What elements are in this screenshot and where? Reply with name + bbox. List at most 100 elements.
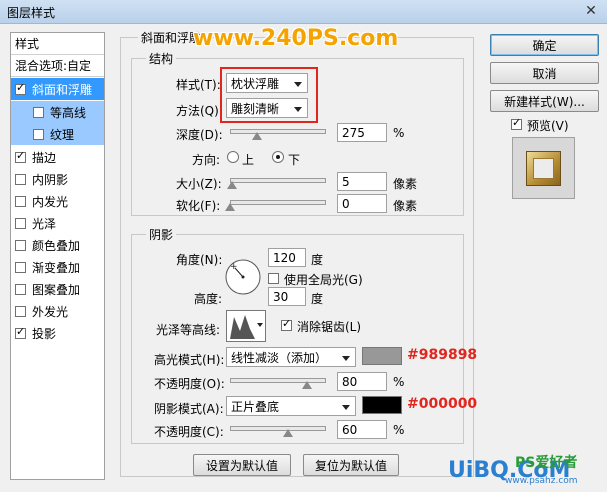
gloss-contour-picker[interactable] (226, 310, 266, 342)
chevron-down-icon (257, 323, 263, 327)
annotation-highlight-box (220, 67, 318, 123)
soften-slider[interactable] (230, 200, 326, 205)
pattern-overlay-checkbox[interactable] (15, 283, 26, 295)
size-slider[interactable] (230, 178, 326, 183)
highlight-mode-select[interactable]: 线性减淡（添加） (226, 347, 356, 367)
blending-options-item[interactable]: 混合选项:自定 (11, 55, 104, 77)
texture-checkbox[interactable] (33, 128, 44, 140)
watermark-top: www.240PS.com (193, 26, 399, 51)
preview-label: 预览(V) (527, 119, 569, 133)
sidebar-item-stroke[interactable]: 描边 (11, 146, 104, 168)
gloss-contour-label: 光泽等高线: (156, 323, 221, 337)
direction-down-label: 下 (288, 153, 301, 167)
direction-up-label: 上 (242, 153, 255, 167)
new-style-button[interactable]: 新建样式(W)... (490, 90, 599, 112)
sidebar-item-satin[interactable]: 光泽 (11, 212, 104, 234)
angle-input[interactable]: 120 (268, 248, 306, 267)
outer-glow-checkbox[interactable] (15, 305, 26, 317)
direction-label: 方向: (192, 153, 221, 167)
highlight-color-swatch[interactable] (362, 347, 402, 365)
highlight-opacity-input[interactable]: 80 (337, 372, 387, 391)
sidebar-item-texture[interactable]: 纹理 (11, 123, 104, 145)
shading-title: 阴影 (146, 226, 177, 243)
shadow-opacity-label: 不透明度(C): (154, 425, 224, 439)
shadow-mode-label: 阴影模式(A): (154, 402, 224, 416)
sidebar-item-color-overlay[interactable]: 颜色叠加 (11, 234, 104, 256)
size-label: 大小(Z): (176, 177, 222, 191)
style-preview-thumbnail (512, 137, 575, 199)
contour-checkbox[interactable] (33, 106, 44, 118)
sidebar-item-inner-shadow[interactable]: 内阴影 (11, 168, 104, 190)
inner-glow-checkbox[interactable] (15, 195, 26, 207)
sidebar-item-pattern-overlay[interactable]: 图案叠加 (11, 278, 104, 300)
shadow-opacity-slider[interactable] (230, 426, 326, 431)
altitude-label: 高度: (194, 292, 223, 306)
angle-label: 角度(N): (176, 253, 223, 267)
soften-label: 软化(F): (176, 199, 221, 213)
depth-label: 深度(D): (176, 128, 223, 142)
sidebar-item-contour[interactable]: 等高线 (11, 101, 104, 123)
gradient-overlay-checkbox[interactable] (15, 261, 26, 273)
depth-slider-thumb[interactable] (251, 132, 262, 140)
cancel-button[interactable]: 取消 (490, 62, 599, 84)
inner-shadow-checkbox[interactable] (15, 173, 26, 185)
sidebar-item-gradient-overlay[interactable]: 渐变叠加 (11, 256, 104, 278)
size-input[interactable]: 5 (337, 172, 387, 191)
soften-unit: 像素 (393, 199, 418, 213)
highlight-mode-label: 高光模式(H): (154, 353, 225, 367)
contour-curve-icon (230, 315, 255, 339)
chevron-down-icon (342, 356, 350, 361)
window-title: 图层样式 (7, 6, 56, 20)
depth-input[interactable]: 275 (337, 123, 387, 142)
highlight-color-hex: #989898 (407, 347, 478, 363)
shadow-opacity-input[interactable]: 60 (337, 420, 387, 439)
depth-slider[interactable] (230, 129, 326, 134)
antialias-checkbox[interactable] (281, 317, 292, 331)
shadow-mode-select[interactable]: 正片叠底 (226, 396, 356, 416)
set-default-button[interactable]: 设置为默认值 (193, 454, 291, 476)
structure-title: 结构 (146, 50, 177, 67)
antialias-label: 消除锯齿(L) (297, 320, 362, 334)
chevron-down-icon (342, 405, 350, 410)
sidebar-item-outer-glow[interactable]: 外发光 (11, 300, 104, 322)
bevel-emboss-checkbox[interactable] (15, 81, 26, 95)
stroke-checkbox[interactable] (15, 149, 26, 163)
shadow-opacity-thumb[interactable] (282, 429, 293, 437)
direction-down-radio[interactable] (272, 151, 284, 163)
style-list-header[interactable]: 样式 (11, 33, 104, 55)
sidebar-item-drop-shadow[interactable]: 投影 (11, 322, 104, 344)
style-label: 样式(T): (176, 78, 221, 92)
reset-default-button[interactable]: 复位为默认值 (303, 454, 399, 476)
highlight-opacity-unit: % (393, 375, 405, 389)
title-bar: 图层样式 ✕ (0, 0, 607, 24)
depth-unit: % (393, 126, 405, 140)
watermark-small: www.psahz.com (505, 476, 578, 486)
svg-text:+: + (230, 262, 238, 272)
size-unit: 像素 (393, 177, 418, 191)
shadow-color-hex: #000000 (407, 396, 478, 412)
size-slider-thumb[interactable] (226, 181, 237, 189)
direction-up-radio[interactable] (227, 151, 239, 163)
highlight-opacity-thumb[interactable] (301, 381, 312, 389)
method-label: 方法(Q): (176, 104, 223, 118)
altitude-unit: 度 (311, 292, 324, 306)
satin-checkbox[interactable] (15, 217, 26, 229)
shadow-opacity-unit: % (393, 423, 405, 437)
sidebar-item-inner-glow[interactable]: 内发光 (11, 190, 104, 212)
global-light-label: 使用全局光(G) (284, 273, 363, 287)
global-light-checkbox[interactable] (268, 273, 279, 284)
shadow-color-swatch[interactable] (362, 396, 402, 414)
style-list: 样式 混合选项:自定 斜面和浮雕 等高线 纹理 描边 内阴影 内发光 光泽 颜色… (10, 32, 105, 480)
ok-button[interactable]: 确定 (490, 34, 599, 56)
soften-slider-thumb[interactable] (225, 203, 235, 211)
preview-checkbox[interactable] (511, 116, 522, 130)
preview-frame (526, 151, 561, 186)
soften-input[interactable]: 0 (337, 194, 387, 213)
drop-shadow-checkbox[interactable] (15, 325, 26, 339)
altitude-input[interactable]: 30 (268, 287, 306, 306)
highlight-opacity-label: 不透明度(O): (154, 377, 225, 391)
close-icon[interactable]: ✕ (583, 4, 599, 18)
color-overlay-checkbox[interactable] (15, 239, 26, 251)
sidebar-item-bevel-emboss[interactable]: 斜面和浮雕 (11, 78, 104, 100)
angle-dial[interactable]: + (224, 258, 262, 296)
